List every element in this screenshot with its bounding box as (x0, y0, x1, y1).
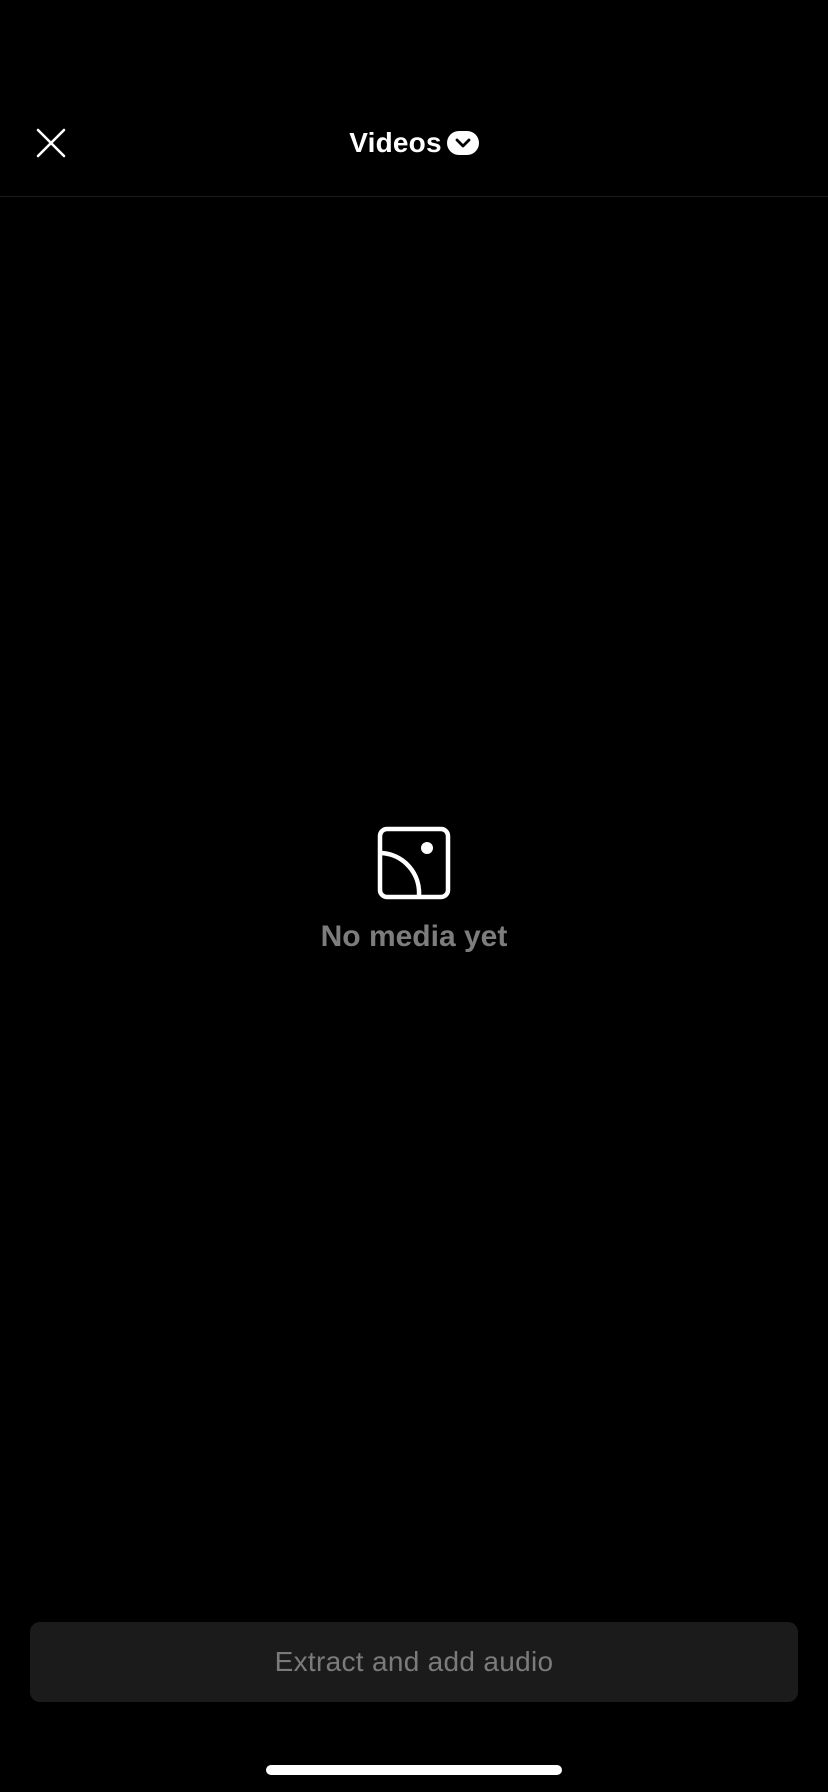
extract-audio-button[interactable]: Extract and add audio (30, 1622, 798, 1702)
image-placeholder-icon (377, 826, 451, 900)
home-indicator[interactable] (266, 1765, 562, 1775)
empty-state-message: No media yet (320, 920, 508, 953)
top-bar: Videos (0, 96, 828, 197)
album-dropdown-toggle[interactable] (446, 131, 479, 155)
empty-state: No media yet (0, 826, 828, 954)
page-title: Videos (349, 127, 442, 158)
album-selector[interactable]: Videos (0, 118, 828, 168)
extract-audio-label: Extract and add audio (274, 1646, 554, 1677)
chevron-down-icon (455, 138, 471, 148)
